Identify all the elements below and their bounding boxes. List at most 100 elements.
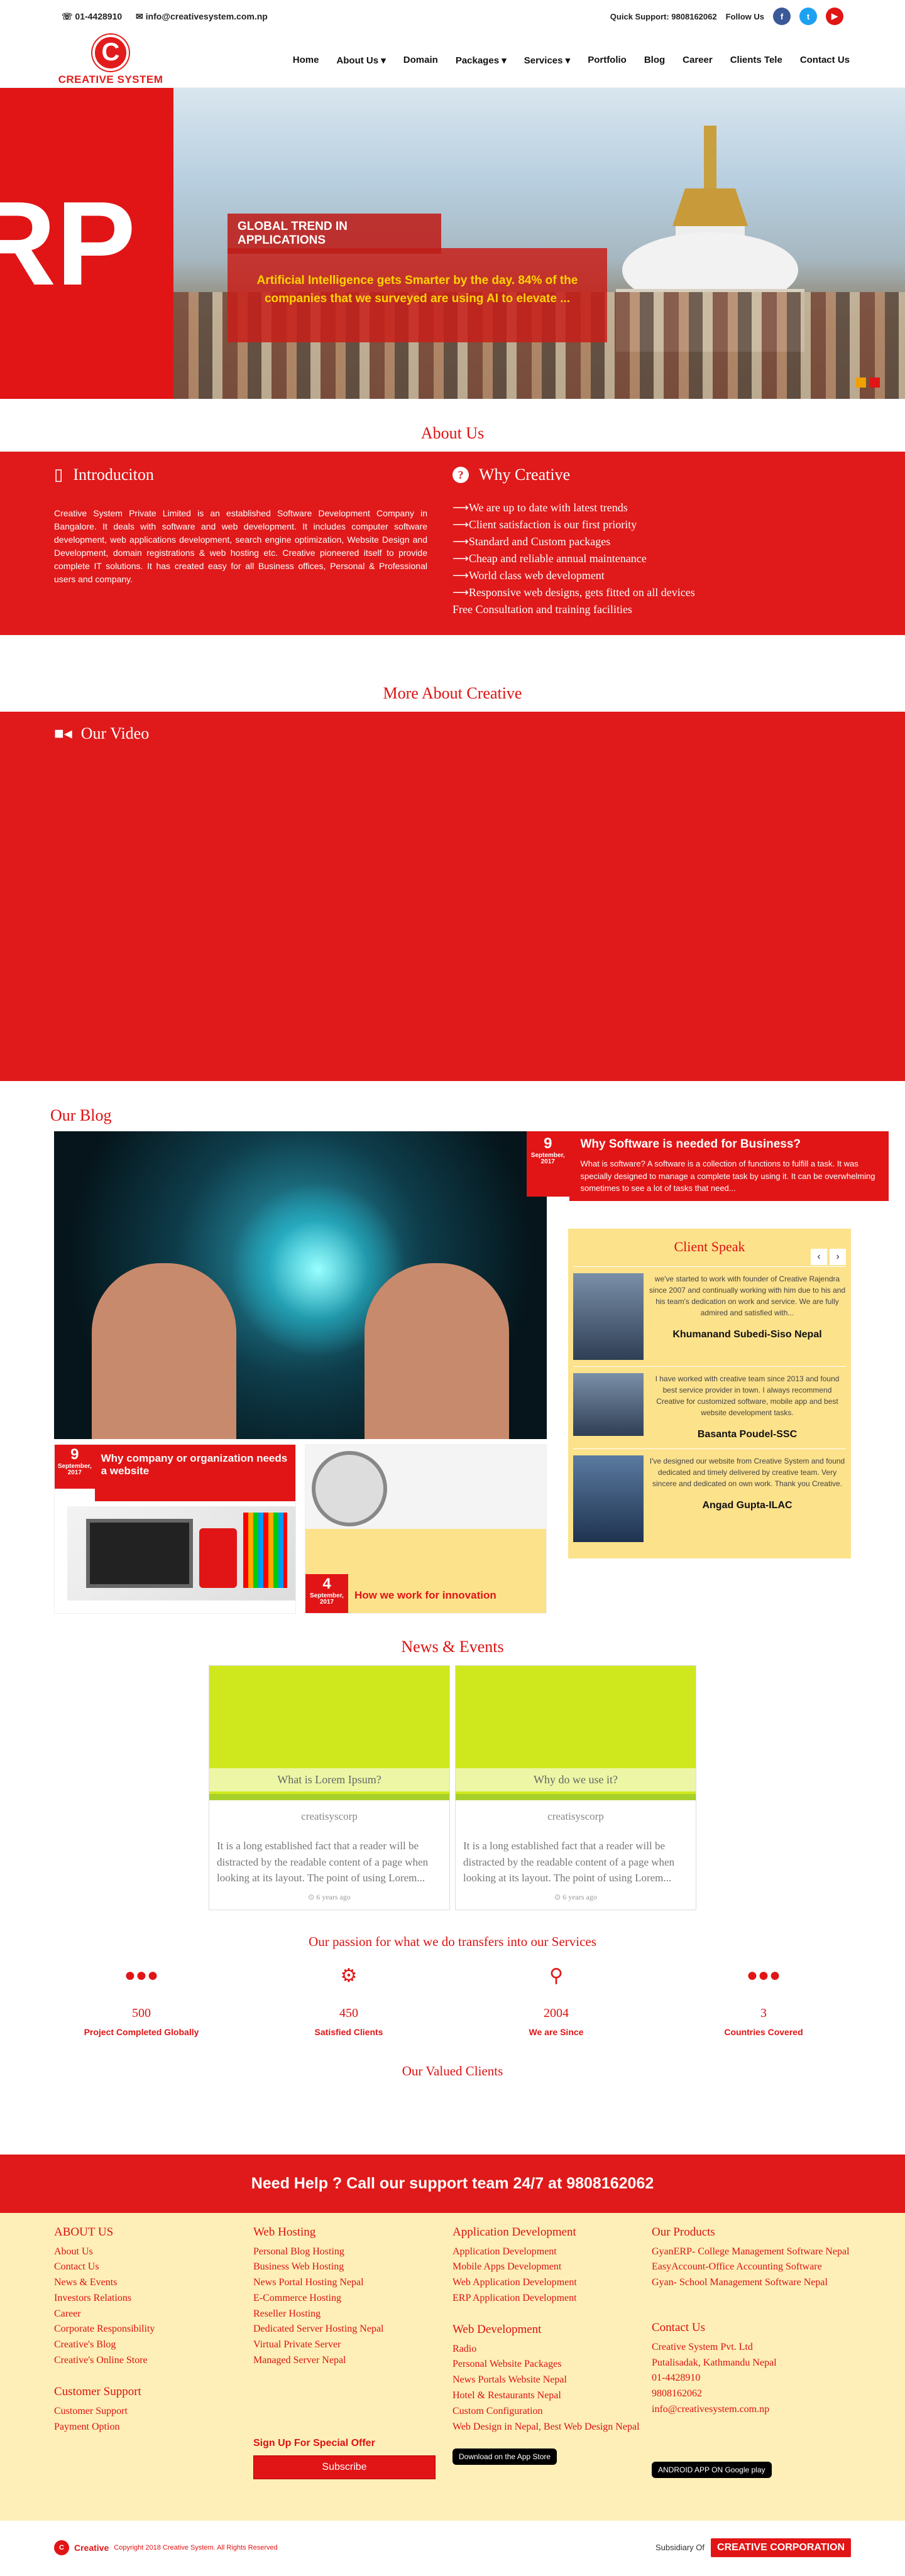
menu-packages[interactable]: Packages ▾ bbox=[456, 55, 507, 66]
news-caption: What is Lorem Ipsum? bbox=[209, 1768, 449, 1791]
valued-clients-title: Our Valued Clients bbox=[402, 2063, 503, 2079]
users-icon: ●●● bbox=[746, 1964, 781, 1986]
intro-title: Introduciton bbox=[73, 465, 154, 484]
menu-domain[interactable]: Domain bbox=[403, 55, 438, 66]
group-icon: ●●● bbox=[124, 1964, 159, 1986]
footer-link[interactable]: Gyan- School Management Software Nepal bbox=[652, 2275, 851, 2291]
footer-link[interactable]: Radio bbox=[452, 2342, 652, 2357]
hero-slider[interactable]: RP GLOBAL TREND IN APPLICATIONS Artifici… bbox=[0, 88, 905, 399]
stat-item: ⚲ 2004 We are Since bbox=[474, 1965, 638, 2037]
menu: Home About Us ▾ Domain Packages ▾ Servic… bbox=[293, 55, 850, 66]
footer-link[interactable]: Managed Server Nepal bbox=[253, 2353, 452, 2369]
phone-text: ☏ 01-4428910 bbox=[62, 11, 123, 21]
footer-link[interactable]: Hotel & Restaurants Nepal bbox=[452, 2388, 652, 2404]
contact-line: Putalisadak, Kathmandu Nepal bbox=[652, 2357, 777, 2368]
footer-link[interactable]: Personal Blog Hosting bbox=[253, 2244, 452, 2260]
site-logo[interactable]: C CREATIVE SYSTEM bbox=[54, 34, 167, 86]
footer-link[interactable]: News Portals Website Nepal bbox=[452, 2372, 652, 2388]
slider-dot[interactable] bbox=[856, 378, 866, 388]
footer-link[interactable]: Investors Relations bbox=[54, 2291, 253, 2307]
footer-link[interactable]: Web Design in Nepal, Best Web Design Nep… bbox=[452, 2420, 652, 2435]
footer-link[interactable]: ERP Application Development bbox=[452, 2291, 652, 2307]
footer-link[interactable]: Creative's Blog bbox=[54, 2337, 253, 2353]
footer-link[interactable]: GyanERP- College Management Software Nep… bbox=[652, 2244, 851, 2260]
passion-title: Our passion for what we do transfers int… bbox=[309, 1933, 596, 1949]
slider-dots[interactable] bbox=[856, 378, 880, 388]
hero-caption-title: GLOBAL TREND IN APPLICATIONS bbox=[228, 214, 441, 254]
prev-arrow-icon[interactable]: ‹ bbox=[811, 1248, 827, 1265]
menu-home[interactable]: Home bbox=[293, 55, 319, 66]
blog-section: 9 September, 2017 Why company or organiza… bbox=[0, 1131, 905, 1614]
footer-link[interactable]: Mobile Apps Development bbox=[452, 2259, 652, 2275]
hero-big-text: RP bbox=[0, 177, 136, 310]
footer-link[interactable]: Creative's Online Store bbox=[54, 2353, 253, 2369]
menu-services[interactable]: Services ▾ bbox=[524, 55, 570, 66]
intro-text: Creative System Private Limited is an es… bbox=[54, 508, 427, 584]
footer-link[interactable]: About Us bbox=[54, 2244, 253, 2260]
footer-about-title: ABOUT US bbox=[54, 2225, 114, 2239]
blog-card-title[interactable]: Why company or organization needs a webs… bbox=[94, 1445, 295, 1501]
testimonial: I've designed our website from Creative … bbox=[573, 1448, 846, 1548]
slider-dot[interactable] bbox=[870, 378, 880, 388]
date-badge: 9 September, 2017 bbox=[55, 1445, 95, 1489]
blog-card-website[interactable]: 9 September, 2017 Why company or organiza… bbox=[54, 1444, 296, 1614]
twitter-icon[interactable]: t bbox=[799, 8, 817, 25]
footer-link[interactable]: Career bbox=[54, 2307, 253, 2322]
more-title: More About Creative bbox=[383, 684, 522, 702]
contact-line[interactable]: info@creativesystem.com.np bbox=[652, 2402, 851, 2418]
info-icon: ▯ bbox=[54, 465, 63, 484]
footer-link[interactable]: Virtual Private Server bbox=[253, 2337, 452, 2353]
featured-title[interactable]: Why Software is needed for Business? bbox=[581, 1138, 878, 1151]
footer-link[interactable]: Dedicated Server Hosting Nepal bbox=[253, 2322, 452, 2337]
mini-logo-icon: C bbox=[54, 2540, 69, 2555]
hero-caption: GLOBAL TREND IN APPLICATIONS Artificial … bbox=[228, 214, 607, 342]
right-hand bbox=[365, 1263, 509, 1439]
quick-support-text: Quick Support: 9808162062 bbox=[610, 11, 717, 21]
blog-main-image[interactable] bbox=[54, 1131, 547, 1439]
footer-link[interactable]: Payment Option bbox=[54, 2420, 253, 2435]
subscribe-button[interactable]: Subscribe bbox=[253, 2455, 436, 2479]
footer-link[interactable]: Reseller Hosting bbox=[253, 2307, 452, 2322]
footer-link[interactable]: Web Application Development bbox=[452, 2275, 652, 2291]
next-arrow-icon[interactable]: › bbox=[830, 1248, 846, 1265]
menu-career[interactable]: Career bbox=[683, 55, 713, 66]
footer-link[interactable]: News & Events bbox=[54, 2275, 253, 2291]
menu-about[interactable]: About Us ▾ bbox=[336, 55, 385, 66]
facebook-icon[interactable]: f bbox=[773, 8, 791, 25]
blog-card-title[interactable]: How we work for innovation bbox=[348, 1589, 496, 1613]
news-image: Why do we use it? bbox=[456, 1666, 696, 1800]
footer-link[interactable]: Custom Configuration bbox=[452, 2404, 652, 2420]
motorcycle-icon: ⚲ bbox=[549, 1965, 563, 1986]
help-banner: Need Help ? Call our support team 24/7 a… bbox=[0, 2154, 905, 2213]
menu-portfolio[interactable]: Portfolio bbox=[588, 55, 627, 66]
about-section: ▯ Introduciton Creative System Private Li… bbox=[0, 452, 905, 635]
news-card[interactable]: What is Lorem Ipsum? creatisyscorp It is… bbox=[209, 1665, 450, 1910]
youtube-icon[interactable]: ▶ bbox=[826, 8, 843, 25]
app-store-badge[interactable]: Download on the App Store bbox=[452, 2448, 557, 2465]
footer-link[interactable]: Personal Website Packages bbox=[452, 2357, 652, 2372]
hero-red-panel: RP bbox=[0, 88, 173, 399]
menu-blog[interactable]: Blog bbox=[644, 55, 665, 66]
news-image: What is Lorem Ipsum? bbox=[209, 1666, 449, 1800]
video-section[interactable]: ■◂ Our Video bbox=[0, 712, 905, 1081]
footer-link[interactable]: Corporate Responsibility bbox=[54, 2322, 253, 2337]
news-card[interactable]: Why do we use it? creatisyscorp It is a … bbox=[455, 1665, 696, 1910]
top-bar: ☏ 01-4428910 ✉ info@creativesystem.com.n… bbox=[0, 0, 905, 33]
featured-post[interactable]: 9 September, 2017 Why Software is needed … bbox=[527, 1131, 889, 1201]
creative-corporation-logo[interactable]: CREATIVE CORPORATION bbox=[711, 2538, 851, 2557]
footer-link[interactable]: Application Development bbox=[452, 2244, 652, 2260]
footer-link[interactable]: Business Web Hosting bbox=[253, 2259, 452, 2275]
client-speak: Client Speak ‹ › we've started to work w… bbox=[568, 1228, 851, 1558]
footer-link[interactable]: EasyAccount-Office Accounting Software bbox=[652, 2259, 851, 2275]
blog-card-innovation[interactable]: 4 September, 2017 How we work for innovat… bbox=[305, 1444, 547, 1614]
menu-contact[interactable]: Contact Us bbox=[800, 55, 850, 66]
video-camera-icon: ■◂ bbox=[54, 724, 72, 742]
footer-link[interactable]: Contact Us bbox=[54, 2259, 253, 2275]
video-title: Our Video bbox=[80, 724, 150, 742]
google-play-badge[interactable]: ANDROID APP ON Google play bbox=[652, 2461, 772, 2478]
footer-link[interactable]: Customer Support bbox=[54, 2404, 253, 2420]
menu-clients-tele[interactable]: Clients Tele bbox=[730, 55, 782, 66]
footer-link[interactable]: News Portal Hosting Nepal bbox=[253, 2275, 452, 2291]
email-text[interactable]: ✉ info@creativesystem.com.np bbox=[136, 11, 268, 21]
footer-link[interactable]: E-Commerce Hosting bbox=[253, 2291, 452, 2307]
